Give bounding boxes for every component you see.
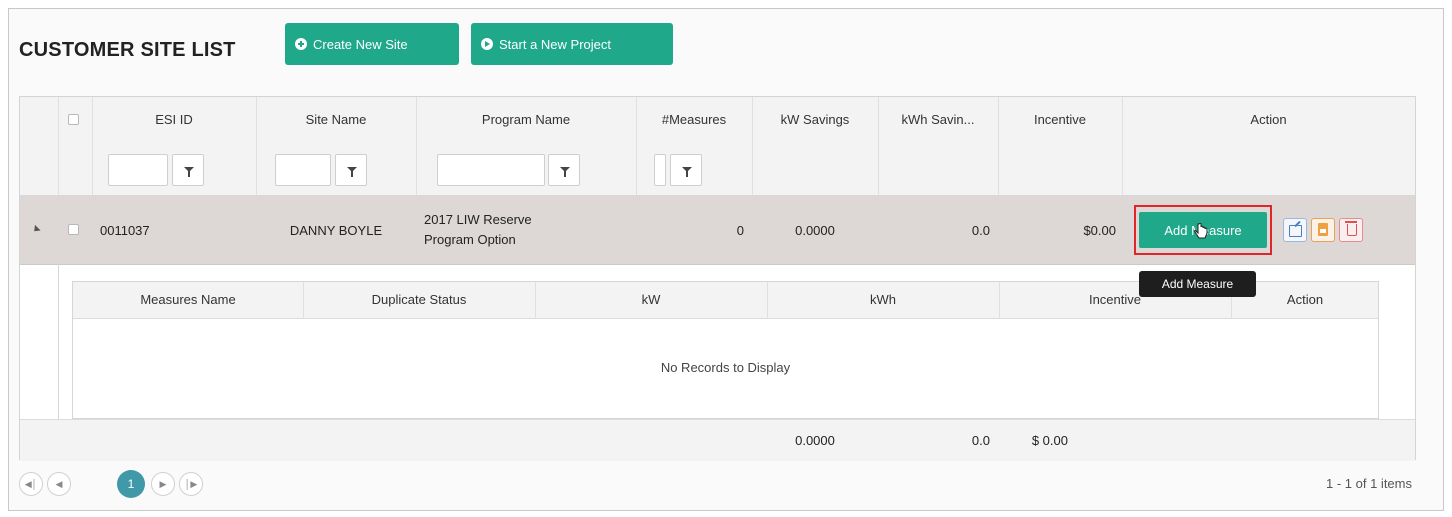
column-divider (58, 97, 59, 195)
last-page-icon: │▶ (184, 479, 198, 489)
column-divider (303, 282, 304, 318)
column-divider (92, 97, 93, 195)
column-divider (256, 97, 257, 195)
cell-kwh-savings: 0.0 (971, 222, 990, 238)
first-page-button[interactable]: ◀│ (19, 472, 43, 496)
next-page-button[interactable]: ▶ (151, 472, 175, 496)
filter-icon (184, 167, 194, 177)
column-header-incentive[interactable]: Incentive (998, 97, 1122, 143)
plus-circle-icon (295, 38, 307, 50)
column-header-esi-id[interactable]: ESI ID (92, 97, 256, 143)
edit-button[interactable] (1283, 218, 1307, 242)
column-header-program-name[interactable]: Program Name (416, 97, 636, 143)
column-divider (767, 282, 768, 318)
column-divider (535, 282, 536, 318)
hand-cursor-icon (1194, 223, 1208, 239)
previous-page-icon: ◀ (55, 479, 63, 489)
cell-esi-id: 0011037 (100, 222, 150, 238)
column-header-site-name[interactable]: Site Name (256, 97, 416, 143)
column-header-measures[interactable]: #Measures (636, 97, 752, 143)
header: CUSTOMER SITE LIST Create New Site Start… (9, 9, 1443, 81)
start-new-project-button[interactable]: Start a New Project (471, 23, 673, 65)
program-name-filter-input[interactable] (437, 154, 545, 186)
cell-site-name: DANNY BOYLE (289, 222, 383, 238)
column-header-kw-savings[interactable]: kW Savings (752, 97, 878, 143)
row-checkbox[interactable] (68, 224, 79, 235)
document-icon (1318, 223, 1328, 236)
totals-row: 0.0000 0.0 $ 0.00 (20, 419, 1415, 461)
detail-indent-divider (58, 264, 60, 419)
column-divider (999, 282, 1000, 318)
play-circle-icon (481, 38, 493, 50)
program-name-filter-button[interactable] (548, 154, 580, 186)
site-name-filter-input[interactable] (275, 154, 331, 186)
cell-incentive: $0.00 (1083, 222, 1116, 238)
create-new-site-label: Create New Site (313, 36, 408, 52)
column-divider (1122, 97, 1123, 195)
cell-kw-savings: 0.0000 (795, 222, 835, 238)
detail-column-duplicate-status[interactable]: Duplicate Status (303, 282, 535, 318)
edit-icon (1289, 225, 1302, 237)
filter-icon (560, 167, 570, 177)
pager-info: 1 - 1 of 1 items (1326, 476, 1412, 491)
delete-button[interactable] (1339, 218, 1363, 242)
first-page-icon: ◀│ (24, 479, 38, 489)
create-new-site-button[interactable]: Create New Site (285, 23, 459, 65)
grid-filter-row (20, 143, 1415, 196)
filter-icon (682, 167, 692, 177)
add-measure-tooltip: Add Measure (1139, 271, 1256, 297)
cell-program-name: 2017 LIW Reserve Program Option (424, 196, 630, 264)
customer-site-list-panel: CUSTOMER SITE LIST Create New Site Start… (8, 8, 1444, 511)
previous-page-button[interactable]: ◀ (47, 472, 71, 496)
detail-column-measures-name[interactable]: Measures Name (73, 282, 303, 318)
total-kw-savings: 0.0000 (795, 433, 835, 448)
next-page-icon: ▶ (159, 479, 167, 489)
page-title: CUSTOMER SITE LIST (19, 39, 236, 61)
trash-icon (1345, 221, 1357, 236)
detail-column-kwh[interactable]: kWh (767, 282, 999, 318)
column-divider (636, 97, 637, 195)
site-grid: ESI ID Site Name Program Name #Measures … (19, 96, 1416, 461)
column-divider (752, 97, 753, 195)
program-name-line-2: Program Option (424, 232, 516, 247)
esi-id-filter-input[interactable] (108, 154, 168, 186)
column-divider (998, 97, 999, 195)
cell-measures: 0 (736, 222, 744, 238)
column-divider (878, 97, 879, 195)
export-button[interactable] (1311, 218, 1335, 242)
last-page-button[interactable]: │▶ (179, 472, 203, 496)
select-all-checkbox[interactable] (68, 114, 79, 125)
measures-filter-button[interactable] (670, 154, 702, 186)
total-kwh-savings: 0.0 (971, 433, 990, 448)
no-records-message: No Records to Display (660, 360, 791, 375)
filter-icon (347, 167, 357, 177)
expand-row-icon[interactable] (31, 224, 41, 235)
site-name-filter-button[interactable] (335, 154, 367, 186)
column-divider (416, 97, 417, 195)
column-header-kwh-savings[interactable]: kWh Savin... (878, 97, 998, 143)
pagination-bar: ◀│ ◀ 1 ▶ │▶ 1 - 1 of 1 items (19, 462, 1416, 506)
detail-column-kw[interactable]: kW (535, 282, 767, 318)
program-name-line-1: 2017 LIW Reserve (424, 212, 532, 227)
grid-header-row: ESI ID Site Name Program Name #Measures … (20, 97, 1415, 144)
measures-filter-input[interactable] (654, 154, 666, 186)
column-header-action: Action (1250, 112, 1287, 127)
total-incentive: $ 0.00 (1031, 433, 1068, 448)
page-1-button[interactable]: 1 (117, 470, 145, 498)
start-new-project-label: Start a New Project (499, 36, 611, 52)
esi-id-filter-button[interactable] (172, 154, 204, 186)
measures-detail-table: Measures Name Duplicate Status kW kWh In… (72, 281, 1379, 419)
